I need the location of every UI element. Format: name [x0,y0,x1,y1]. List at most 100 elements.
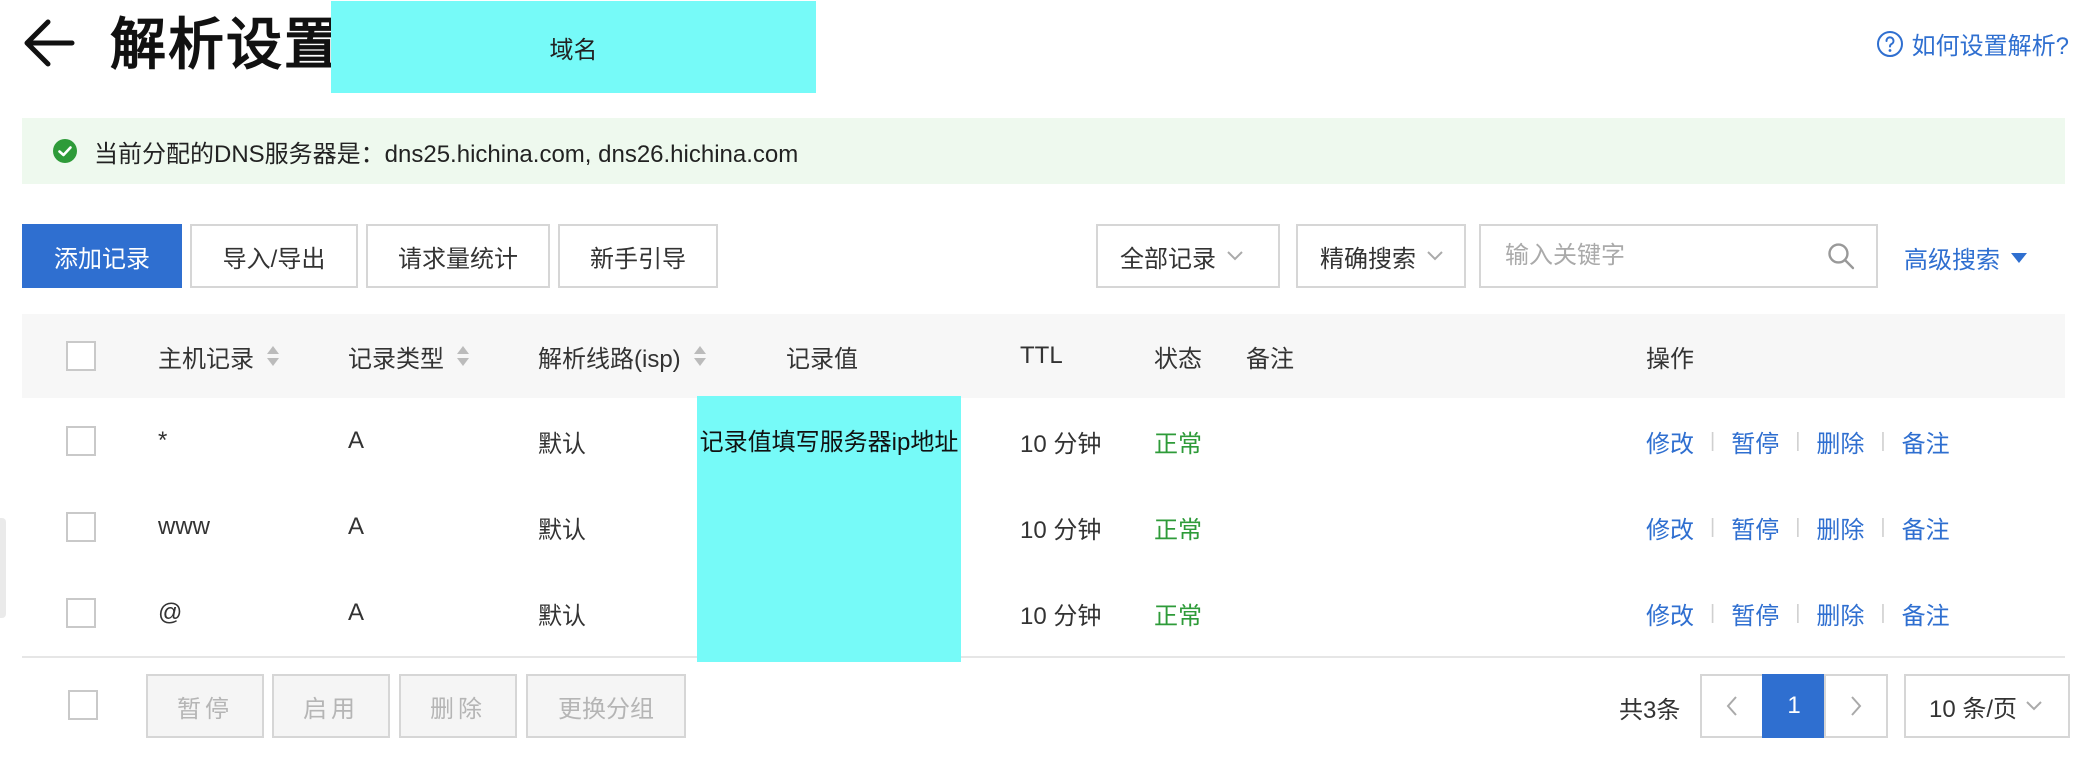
sort-icon[interactable] [456,343,470,369]
action-separator: | [1795,429,1801,452]
search-mode-value: 精确搜索 [1320,245,1416,273]
cell-host: @ [158,599,183,626]
footer-select-all-checkbox[interactable] [68,690,98,720]
dns-server-banner: 当前分配的DNS服务器是：dns25.hichina.com, dns26.hi… [22,118,2065,184]
remark-link[interactable]: 备注 [1902,510,1950,545]
beginner-guide-button[interactable]: 新手引导 [558,224,718,288]
question-circle-icon [1876,30,1903,57]
prev-page-button[interactable] [1700,674,1764,738]
action-separator: | [1710,601,1716,624]
change-group-button[interactable]: 更换分组 [526,674,686,738]
caret-down-icon [2011,252,2027,263]
action-separator: | [1795,515,1801,538]
page-size-dropdown[interactable]: 10 条/页 [1904,674,2070,738]
dns-banner-text: 当前分配的DNS服务器是：dns25.hichina.com, dns26.hi… [94,140,799,168]
import-export-button[interactable]: 导入/导出 [190,224,358,288]
action-separator: | [1710,515,1716,538]
help-link-label[interactable]: 如何设置解析? [1912,26,2069,61]
chevron-down-icon [1227,251,1243,261]
next-page-button[interactable] [1824,674,1888,738]
edit-link[interactable]: 修改 [1646,596,1694,631]
delete-link[interactable]: 删除 [1816,424,1864,459]
column-remark: 备注 [1246,345,1294,373]
column-ttl: TTL [1020,342,1063,369]
action-separator: | [1880,601,1886,624]
advanced-search-label[interactable]: 高级搜索 [1904,240,2000,275]
row-actions: 修改 | 暂停 | 删除 | 备注 [1646,484,1950,570]
column-line-label: 解析线路(isp) [538,345,681,373]
column-status: 状态 [1154,345,1202,373]
remark-link[interactable]: 备注 [1902,596,1950,631]
action-separator: | [1880,429,1886,452]
keyword-search-input[interactable] [1503,241,1827,271]
sort-icon[interactable] [266,343,280,369]
help-link[interactable]: 如何设置解析? [1876,26,2069,61]
cell-type: A [348,513,365,540]
search-mode-dropdown[interactable]: 精确搜索 [1296,224,1466,288]
edit-link[interactable]: 修改 [1646,510,1694,545]
record-filter-dropdown[interactable]: 全部记录 [1096,224,1280,288]
cell-ttl: 10 分钟 [1020,602,1102,630]
pause-link[interactable]: 暂停 [1731,424,1779,459]
domain-redaction-label: 域名 [331,1,816,93]
cell-host: * [158,427,168,454]
chevron-down-icon [2026,701,2042,711]
table-row: @ A 默认 10 分钟 正常 修改 | 暂停 | 删除 | 备注 [22,570,2065,658]
page-number-current[interactable]: 1 [1762,674,1826,738]
edit-link[interactable]: 修改 [1646,424,1694,459]
column-line[interactable]: 解析线路(isp) [538,314,707,398]
cell-host: www [158,513,210,540]
cell-status: 正常 [1154,516,1202,544]
chevron-down-icon [1427,251,1443,261]
sort-icon[interactable] [693,343,707,369]
bulk-delete-button[interactable]: 删除 [399,674,517,738]
record-filter-value: 全部记录 [1120,245,1216,273]
record-value-redaction: 记录值填写服务器ip地址 [697,396,961,662]
delete-link[interactable]: 删除 [1816,596,1864,631]
search-icon[interactable] [1826,241,1856,271]
cell-ttl: 10 分钟 [1020,516,1102,544]
cell-type: A [348,427,365,454]
action-separator: | [1710,429,1716,452]
row-checkbox[interactable] [66,512,96,542]
add-record-button[interactable]: 添加记录 [22,224,182,288]
advanced-search-toggle[interactable]: 高级搜索 [1904,240,2028,275]
cell-line: 默认 [538,516,586,544]
cell-ttl: 10 分钟 [1020,430,1102,458]
column-actions: 操作 [1646,345,1694,373]
back-arrow-icon[interactable] [22,16,76,70]
pause-link[interactable]: 暂停 [1731,596,1779,631]
column-host[interactable]: 主机记录 [158,314,280,398]
keyword-search-box[interactable] [1479,224,1878,288]
row-checkbox[interactable] [66,426,96,456]
total-count: 共3条 [1619,697,1681,724]
column-type-label: 记录类型 [348,345,444,373]
action-separator: | [1880,515,1886,538]
column-type[interactable]: 记录类型 [348,314,470,398]
delete-link[interactable]: 删除 [1816,510,1864,545]
cell-line: 默认 [538,602,586,630]
check-circle-icon [53,139,77,163]
request-stats-button[interactable]: 请求量统计 [366,224,550,288]
side-scroll-tab[interactable] [0,518,6,618]
bulk-pause-button[interactable]: 暂停 [146,674,264,738]
cell-status: 正常 [1154,430,1202,458]
table-row: * A 默认 10 分钟 正常 修改 | 暂停 | 删除 | 备注 [22,398,2065,486]
cell-type: A [348,599,365,626]
cell-line: 默认 [538,430,586,458]
pause-link[interactable]: 暂停 [1731,510,1779,545]
table-row: www A 默认 10 分钟 正常 修改 | 暂停 | 删除 | 备注 [22,484,2065,572]
chevron-left-icon [1726,696,1737,716]
cell-status: 正常 [1154,602,1202,630]
page-title: 解析设置 [110,13,342,76]
select-all-checkbox[interactable] [66,341,96,371]
chevron-right-icon [1851,696,1862,716]
remark-link[interactable]: 备注 [1902,424,1950,459]
row-actions: 修改 | 暂停 | 删除 | 备注 [1646,570,1950,656]
action-separator: | [1795,601,1801,624]
page-size-value: 10 条/页 [1928,695,2018,723]
bulk-enable-button[interactable]: 启用 [272,674,390,738]
row-checkbox[interactable] [66,598,96,628]
table-header: 主机记录 记录类型 解析线路(isp) 记录值 TTL 状态 备注 操作 [22,314,2065,400]
row-actions: 修改 | 暂停 | 删除 | 备注 [1646,398,1950,484]
